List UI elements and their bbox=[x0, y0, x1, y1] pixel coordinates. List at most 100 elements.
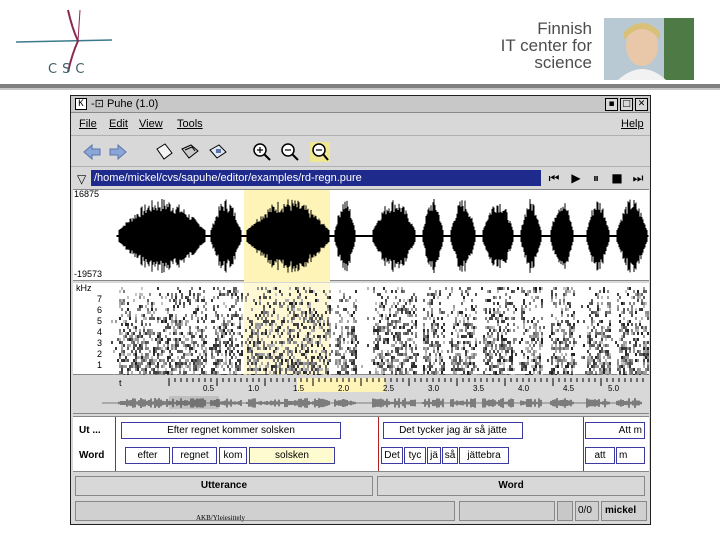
spectrogram-cell bbox=[387, 326, 389, 329]
forward-icon[interactable] bbox=[107, 141, 129, 163]
word-segment-selected[interactable]: solsken bbox=[249, 447, 335, 464]
spectrogram-cell bbox=[165, 341, 167, 344]
word-segment[interactable]: efter bbox=[125, 447, 170, 464]
minimize-button[interactable]: ▪ bbox=[605, 98, 618, 111]
spectrogram-cell bbox=[183, 353, 185, 356]
word-segment[interactable]: att bbox=[585, 447, 615, 464]
spectrogram-cell bbox=[501, 332, 503, 335]
spectrogram-cell bbox=[467, 332, 469, 335]
tier-button-utterance[interactable]: Utterance bbox=[75, 476, 373, 496]
spectrogram-cell bbox=[523, 332, 525, 335]
spectrogram-cell bbox=[597, 365, 599, 368]
spectrogram-cell bbox=[173, 332, 175, 335]
stop-icon[interactable]: ■ bbox=[608, 170, 626, 186]
utterance-segment[interactable]: Det tycker jag är så jätte bbox=[383, 422, 523, 439]
spectrogram-cell bbox=[489, 374, 491, 375]
play-icon[interactable]: ▶ bbox=[567, 170, 585, 186]
spectrogram-cell bbox=[455, 347, 457, 350]
menu-view[interactable]: View bbox=[139, 118, 163, 130]
spectrogram-cell bbox=[351, 341, 353, 344]
zoom-in-icon[interactable] bbox=[251, 141, 273, 163]
file-path-field[interactable]: /home/mickel/cvs/sapuhe/editor/examples/… bbox=[91, 170, 541, 186]
spectrogram-cell bbox=[121, 302, 123, 305]
timeline-panel[interactable]: 0.51.01.52.02.53.03.54.04.55.05.5 t bbox=[73, 376, 649, 414]
spectrogram-cell bbox=[269, 305, 271, 308]
spectrogram-cell bbox=[557, 371, 559, 374]
waveform-panel[interactable]: 16875 -19573 bbox=[73, 189, 649, 282]
spectrogram-cell bbox=[475, 293, 477, 296]
word-segment[interactable]: kom bbox=[219, 447, 247, 464]
spectrogram-cell bbox=[313, 314, 315, 317]
word-segment[interactable]: jä bbox=[427, 447, 441, 464]
spectrogram-cell bbox=[565, 308, 567, 311]
word-segment[interactable]: regnet bbox=[172, 447, 217, 464]
spectrogram-cell bbox=[489, 356, 491, 359]
word-segment[interactable]: så bbox=[442, 447, 458, 464]
segment-boundary[interactable] bbox=[378, 417, 379, 471]
spectrogram-cell bbox=[601, 329, 603, 332]
word-segment[interactable]: Det bbox=[381, 447, 403, 464]
spectrogram-cell bbox=[377, 362, 379, 365]
spectrogram-cell bbox=[447, 314, 449, 317]
utterance-segment[interactable]: Att m bbox=[585, 422, 645, 439]
spectrogram-cell bbox=[219, 362, 221, 365]
spectrogram-cell bbox=[413, 305, 415, 308]
spectrogram-cell bbox=[415, 299, 417, 302]
zoom-fit-icon[interactable] bbox=[309, 141, 331, 163]
tier-button-word[interactable]: Word bbox=[377, 476, 645, 496]
back-icon[interactable] bbox=[81, 141, 103, 163]
spectrogram-cell bbox=[223, 326, 225, 329]
spectrogram-cell bbox=[241, 341, 243, 344]
spectrogram-cell bbox=[565, 359, 567, 362]
spectrogram-cell bbox=[647, 374, 649, 375]
spectrogram-cell bbox=[275, 287, 277, 290]
spectrogram-cell bbox=[601, 296, 603, 299]
lock-icon[interactable] bbox=[557, 501, 573, 521]
spectrogram-cell bbox=[257, 374, 259, 375]
word-segment[interactable]: m bbox=[616, 447, 645, 464]
menu-file[interactable]: File bbox=[79, 118, 97, 130]
spectrogram-cell bbox=[423, 308, 425, 311]
word-segment[interactable]: jättebra bbox=[459, 447, 509, 464]
menu-help[interactable]: Help bbox=[621, 118, 644, 130]
menu-tools[interactable]: Tools bbox=[177, 118, 203, 130]
open-folder-icon[interactable] bbox=[179, 141, 201, 163]
spectrogram-cell bbox=[609, 335, 611, 338]
spectrogram-cell bbox=[341, 326, 343, 329]
utterance-segment[interactable]: Efter regnet kommer solsken bbox=[121, 422, 341, 439]
collapse-triangle-icon[interactable]: ▽ bbox=[77, 172, 86, 186]
skip-forward-icon[interactable]: ⏭ bbox=[629, 170, 647, 186]
skip-back-icon[interactable]: ⏮ bbox=[545, 170, 563, 186]
title-bar[interactable]: K -⊡ Puhe (1.0) ▪ □ ✕ bbox=[71, 96, 650, 113]
spectrogram-cell bbox=[463, 296, 465, 299]
zoom-out-icon[interactable] bbox=[279, 141, 301, 163]
spectrogram-cell bbox=[453, 323, 455, 326]
close-button[interactable]: ✕ bbox=[635, 98, 648, 111]
save-icon[interactable] bbox=[207, 141, 229, 163]
word-segment[interactable]: tyc bbox=[404, 447, 426, 464]
spectrogram-cell bbox=[497, 320, 499, 323]
new-file-icon[interactable] bbox=[153, 141, 175, 163]
maximize-button[interactable]: □ bbox=[620, 98, 633, 111]
spectrogram-cell bbox=[549, 335, 551, 338]
spectrogram-cell bbox=[527, 362, 529, 365]
spectrogram-cell bbox=[433, 347, 435, 350]
spectrogram-cell bbox=[313, 371, 315, 374]
spectrogram-cell bbox=[299, 296, 301, 299]
pause-icon[interactable]: ⏸ bbox=[587, 170, 605, 186]
spectrogram-cell bbox=[145, 374, 147, 375]
spectrogram-cell bbox=[149, 365, 151, 368]
spectrogram-cell bbox=[571, 374, 573, 375]
segment-boundary[interactable] bbox=[583, 417, 584, 471]
spectrogram-cell bbox=[433, 320, 435, 323]
spectrogram-cell bbox=[121, 365, 123, 368]
spectrogram-cell bbox=[327, 368, 329, 371]
spectrogram-cell bbox=[119, 329, 121, 332]
spectrogram-cell bbox=[501, 287, 503, 290]
menu-edit[interactable]: Edit bbox=[109, 118, 128, 130]
spectrogram-cell bbox=[353, 368, 355, 371]
spectrogram-cell bbox=[279, 365, 281, 368]
spectrogram-cell bbox=[403, 299, 405, 302]
spectrogram-panel[interactable]: kHz 7 6 5 4 3 2 1 bbox=[73, 283, 649, 375]
spectrogram-cell bbox=[539, 290, 541, 293]
